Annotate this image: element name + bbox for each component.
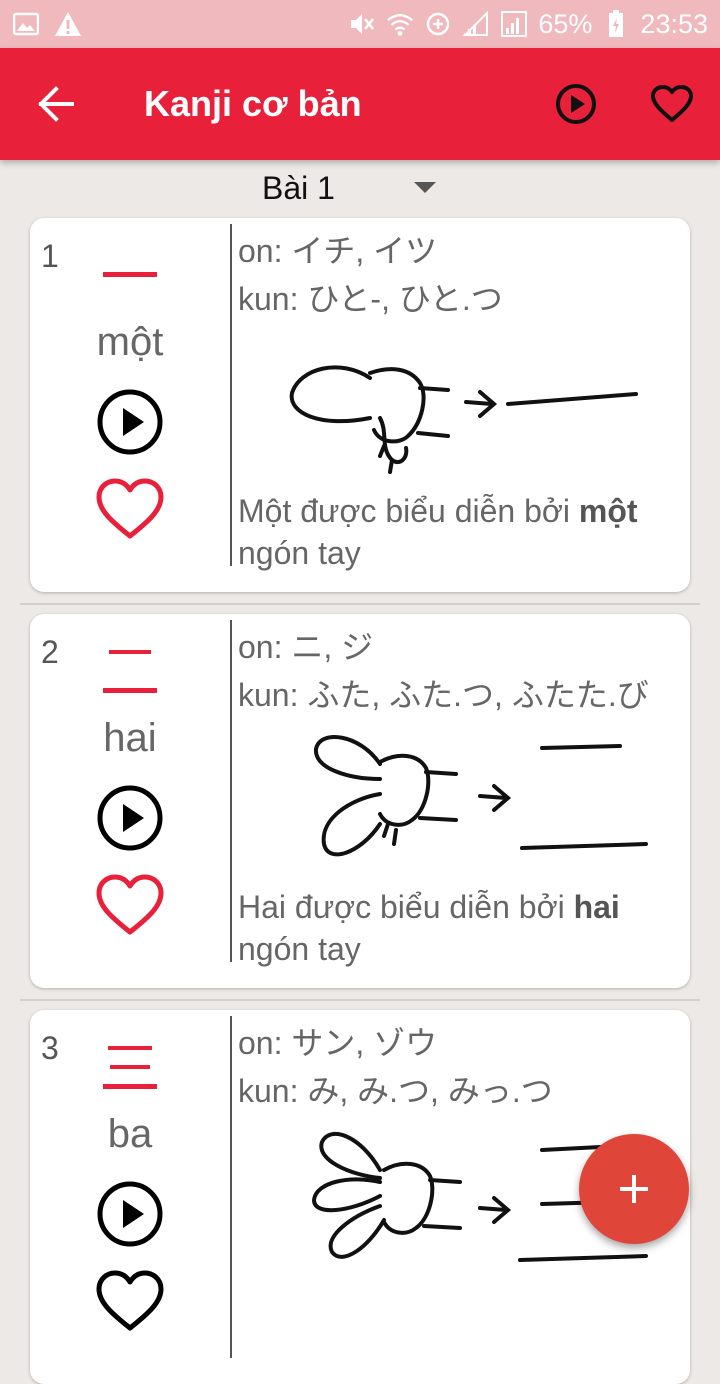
kanji-character: 一 — [90, 228, 170, 308]
clock: 23:53 — [640, 8, 708, 39]
on-reading: on: イチ, イツ — [238, 233, 438, 269]
card-number: 3 — [41, 1030, 59, 1066]
battery-percent: 65% — [538, 8, 593, 39]
kun-reading: kun: ふた, ふた.つ, ふたた.び — [238, 677, 649, 713]
signal-icon — [462, 10, 490, 38]
hand-illustration-two — [314, 735, 648, 857]
back-button[interactable] — [0, 48, 112, 160]
battery-icon — [602, 10, 630, 38]
card-number: 1 — [41, 238, 59, 274]
mnemonic-description: Một được biểu diễn bởi một ngón tay — [238, 493, 638, 571]
play-pronunciation-icon[interactable] — [96, 1180, 164, 1248]
card-number: 2 — [41, 634, 59, 670]
kanji-meaning: một — [96, 320, 164, 364]
signal-icon-2 — [500, 10, 528, 38]
kanji-character: 三 — [90, 1020, 170, 1100]
on-reading: on: ニ, ジ — [238, 629, 374, 665]
lesson-dropdown[interactable]: Bài 1 — [262, 164, 442, 212]
wifi-icon — [386, 10, 414, 38]
play-circle-icon — [556, 84, 596, 124]
image-notification-icon — [12, 10, 40, 38]
list-divider — [20, 999, 700, 1001]
kanji-meaning: ba — [107, 1112, 153, 1156]
card-divider — [230, 1016, 232, 1358]
hand-illustration-one — [289, 365, 638, 474]
mute-icon — [348, 10, 376, 38]
data-saver-icon — [424, 10, 452, 38]
warning-icon — [54, 10, 82, 38]
play-all-button[interactable] — [528, 48, 624, 160]
page-title: Kanji cơ bản — [144, 83, 362, 124]
on-reading: on: サン, ゾウ — [238, 1025, 438, 1061]
play-pronunciation-icon[interactable] — [96, 784, 164, 852]
heart-outline-icon — [651, 85, 693, 122]
heart-icon[interactable] — [94, 1268, 166, 1334]
lesson-selected-label: Bài 1 — [262, 169, 335, 206]
heart-icon[interactable] — [94, 476, 166, 542]
kun-reading: kun: ひと-, ひと.つ — [238, 281, 503, 317]
kanji-character: 二 — [90, 624, 170, 704]
app-bar: Kanji cơ bản — [0, 48, 720, 160]
list-divider — [20, 603, 700, 605]
favorites-button[interactable] — [624, 48, 720, 160]
arrow-left-icon — [38, 86, 74, 122]
kanji-card[interactable]: 2 二 hai on: ニ, ジ kun: ふた, ふた.つ, ふたた.び — [30, 614, 690, 988]
card-divider — [230, 224, 232, 566]
card-divider — [230, 620, 232, 962]
status-bar: 65% 23:53 — [0, 0, 720, 48]
dropdown-caret-icon — [414, 182, 436, 193]
kanji-card[interactable]: 1 一 một on: イチ, イツ kun: ひと-, ひと.つ — [30, 218, 690, 592]
add-button[interactable] — [579, 1134, 689, 1244]
kanji-meaning: hai — [103, 716, 157, 760]
plus-icon — [620, 1175, 648, 1203]
heart-icon[interactable] — [94, 872, 166, 938]
play-pronunciation-icon[interactable] — [96, 388, 164, 456]
kun-reading: kun: み, み.つ, みっ.つ — [238, 1073, 553, 1109]
mnemonic-description: Hai được biểu diễn bởi hai ngón tay — [238, 889, 620, 967]
